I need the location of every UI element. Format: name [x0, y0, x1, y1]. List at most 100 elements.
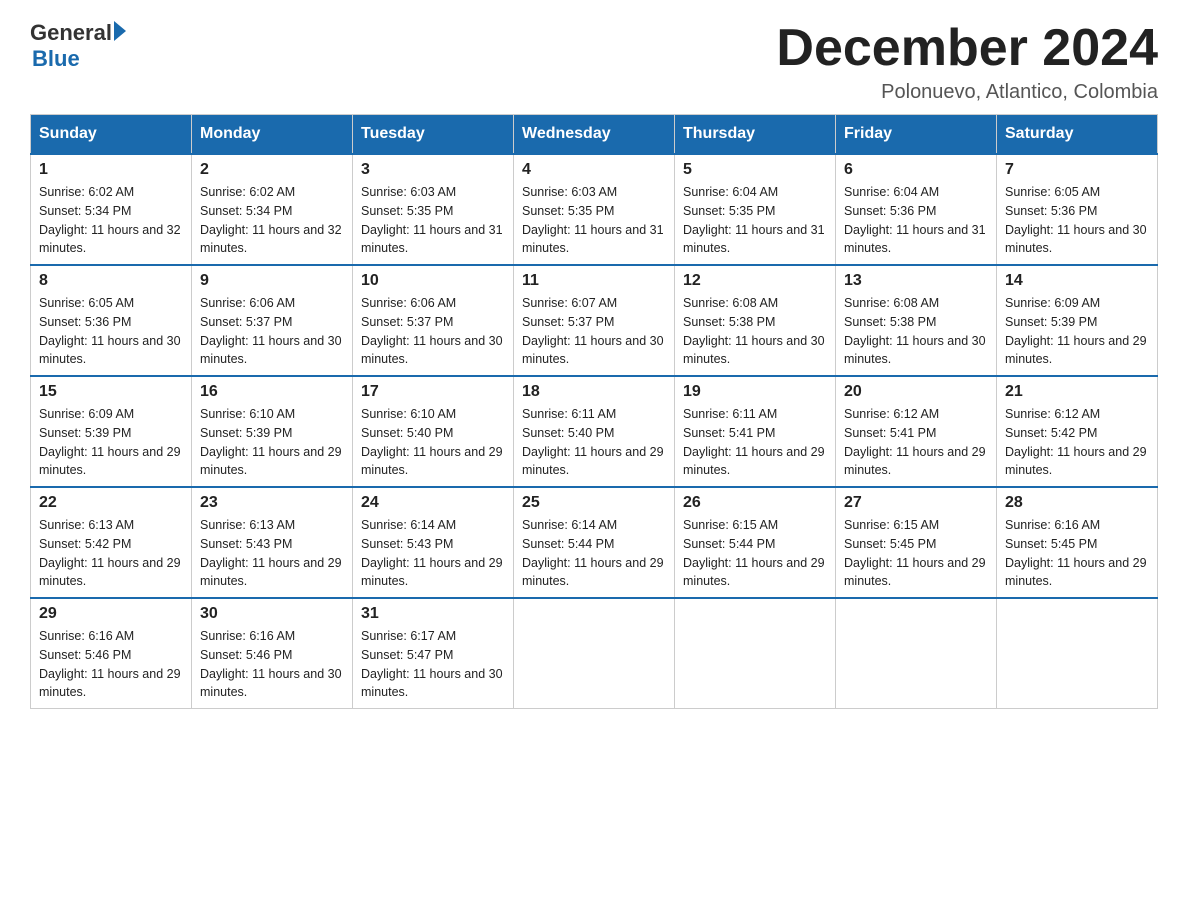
day-info: Sunrise: 6:09 AMSunset: 5:39 PMDaylight:…: [1005, 294, 1149, 369]
day-info: Sunrise: 6:14 AMSunset: 5:44 PMDaylight:…: [522, 516, 666, 591]
day-number: 9: [200, 272, 344, 290]
calendar-week-row: 1 Sunrise: 6:02 AMSunset: 5:34 PMDaylight…: [31, 154, 1158, 265]
day-info: Sunrise: 6:06 AMSunset: 5:37 PMDaylight:…: [361, 294, 505, 369]
calendar-cell: 11Sunrise: 6:07 AMSunset: 5:37 PMDayligh…: [514, 265, 675, 376]
calendar-cell: 31 Sunrise: 6:17 AMSunset: 5:47 PMDayligh…: [353, 598, 514, 709]
calendar-cell: [836, 598, 997, 709]
day-number: 28: [1005, 494, 1149, 512]
day-number: 7: [1005, 161, 1149, 179]
day-number: 22: [39, 494, 183, 512]
calendar-cell: 27 Sunrise: 6:15 AMSunset: 5:45 PMDayligh…: [836, 487, 997, 598]
day-info: Sunrise: 6:15 AMSunset: 5:45 PMDaylight:…: [844, 516, 988, 591]
calendar-cell: 2Sunrise: 6:02 AMSunset: 5:34 PMDaylight…: [192, 154, 353, 265]
day-number: 24: [361, 494, 505, 512]
calendar-cell: [514, 598, 675, 709]
day-info: Sunrise: 6:17 AMSunset: 5:47 PMDaylight:…: [361, 627, 505, 702]
day-info: Sunrise: 6:02 AMSunset: 5:34 PMDaylight:…: [39, 183, 183, 258]
day-number: 23: [200, 494, 344, 512]
calendar-cell: 10 Sunrise: 6:06 AMSunset: 5:37 PMDayligh…: [353, 265, 514, 376]
day-number: 12: [683, 272, 827, 290]
calendar-cell: 22Sunrise: 6:13 AMSunset: 5:42 PMDayligh…: [31, 487, 192, 598]
day-number: 29: [39, 605, 183, 623]
calendar-week-row: 15 Sunrise: 6:09 AMSunset: 5:39 PMDayligh…: [31, 376, 1158, 487]
day-number: 8: [39, 272, 183, 290]
logo: General Blue: [30, 20, 126, 72]
column-header-saturday: Saturday: [997, 115, 1158, 155]
calendar-cell: 12 Sunrise: 6:08 AMSunset: 5:38 PMDayligh…: [675, 265, 836, 376]
day-info: Sunrise: 6:15 AMSunset: 5:44 PMDaylight:…: [683, 516, 827, 591]
calendar-title: December 2024: [776, 20, 1158, 77]
day-info: Sunrise: 6:10 AMSunset: 5:39 PMDaylight:…: [200, 405, 344, 480]
day-number: 4: [522, 161, 666, 179]
column-header-wednesday: Wednesday: [514, 115, 675, 155]
day-info: Sunrise: 6:16 AMSunset: 5:46 PMDaylight:…: [200, 627, 344, 702]
calendar-week-row: 8 Sunrise: 6:05 AMSunset: 5:36 PMDaylight…: [31, 265, 1158, 376]
calendar-cell: 7 Sunrise: 6:05 AMSunset: 5:36 PMDaylight…: [997, 154, 1158, 265]
calendar-subtitle: Polonuevo, Atlantico, Colombia: [776, 81, 1158, 104]
calendar-cell: 1 Sunrise: 6:02 AMSunset: 5:34 PMDaylight…: [31, 154, 192, 265]
day-info: Sunrise: 6:10 AMSunset: 5:40 PMDaylight:…: [361, 405, 505, 480]
calendar-cell: [997, 598, 1158, 709]
day-info: Sunrise: 6:03 AMSunset: 5:35 PMDaylight:…: [522, 183, 666, 258]
day-info: Sunrise: 6:04 AMSunset: 5:36 PMDaylight:…: [844, 183, 988, 258]
day-info: Sunrise: 6:05 AMSunset: 5:36 PMDaylight:…: [1005, 183, 1149, 258]
calendar-cell: 25 Sunrise: 6:14 AMSunset: 5:44 PMDayligh…: [514, 487, 675, 598]
calendar-cell: 15 Sunrise: 6:09 AMSunset: 5:39 PMDayligh…: [31, 376, 192, 487]
calendar-cell: 16Sunrise: 6:10 AMSunset: 5:39 PMDayligh…: [192, 376, 353, 487]
day-info: Sunrise: 6:12 AMSunset: 5:41 PMDaylight:…: [844, 405, 988, 480]
day-info: Sunrise: 6:06 AMSunset: 5:37 PMDaylight:…: [200, 294, 344, 369]
day-number: 3: [361, 161, 505, 179]
calendar-week-row: 29 Sunrise: 6:16 AMSunset: 5:46 PMDayligh…: [31, 598, 1158, 709]
calendar-cell: 29 Sunrise: 6:16 AMSunset: 5:46 PMDayligh…: [31, 598, 192, 709]
day-number: 20: [844, 383, 988, 401]
day-number: 6: [844, 161, 988, 179]
day-number: 21: [1005, 383, 1149, 401]
calendar-week-row: 22Sunrise: 6:13 AMSunset: 5:42 PMDayligh…: [31, 487, 1158, 598]
day-info: Sunrise: 6:08 AMSunset: 5:38 PMDaylight:…: [844, 294, 988, 369]
calendar-cell: 23Sunrise: 6:13 AMSunset: 5:43 PMDayligh…: [192, 487, 353, 598]
calendar-body: 1 Sunrise: 6:02 AMSunset: 5:34 PMDaylight…: [31, 154, 1158, 709]
calendar-cell: 14 Sunrise: 6:09 AMSunset: 5:39 PMDayligh…: [997, 265, 1158, 376]
day-info: Sunrise: 6:08 AMSunset: 5:38 PMDaylight:…: [683, 294, 827, 369]
column-header-sunday: Sunday: [31, 115, 192, 155]
day-number: 1: [39, 161, 183, 179]
day-info: Sunrise: 6:03 AMSunset: 5:35 PMDaylight:…: [361, 183, 505, 258]
logo-arrow-icon: [114, 21, 126, 41]
day-info: Sunrise: 6:12 AMSunset: 5:42 PMDaylight:…: [1005, 405, 1149, 480]
day-info: Sunrise: 6:16 AMSunset: 5:46 PMDaylight:…: [39, 627, 183, 702]
day-info: Sunrise: 6:04 AMSunset: 5:35 PMDaylight:…: [683, 183, 827, 258]
day-number: 17: [361, 383, 505, 401]
day-number: 30: [200, 605, 344, 623]
day-number: 13: [844, 272, 988, 290]
logo-general-text: General: [30, 20, 112, 46]
page-header: General Blue December 2024 Polonuevo, At…: [30, 20, 1158, 104]
day-number: 15: [39, 383, 183, 401]
day-number: 25: [522, 494, 666, 512]
title-block: December 2024 Polonuevo, Atlantico, Colo…: [776, 20, 1158, 104]
calendar-cell: 8 Sunrise: 6:05 AMSunset: 5:36 PMDaylight…: [31, 265, 192, 376]
column-header-friday: Friday: [836, 115, 997, 155]
day-number: 19: [683, 383, 827, 401]
column-header-monday: Monday: [192, 115, 353, 155]
calendar-cell: 3 Sunrise: 6:03 AMSunset: 5:35 PMDaylight…: [353, 154, 514, 265]
day-number: 31: [361, 605, 505, 623]
column-header-thursday: Thursday: [675, 115, 836, 155]
day-info: Sunrise: 6:16 AMSunset: 5:45 PMDaylight:…: [1005, 516, 1149, 591]
day-number: 18: [522, 383, 666, 401]
day-info: Sunrise: 6:07 AMSunset: 5:37 PMDaylight:…: [522, 294, 666, 369]
calendar-cell: 18Sunrise: 6:11 AMSunset: 5:40 PMDayligh…: [514, 376, 675, 487]
calendar-cell: 4 Sunrise: 6:03 AMSunset: 5:35 PMDaylight…: [514, 154, 675, 265]
calendar-cell: 30 Sunrise: 6:16 AMSunset: 5:46 PMDayligh…: [192, 598, 353, 709]
day-number: 26: [683, 494, 827, 512]
day-number: 10: [361, 272, 505, 290]
day-info: Sunrise: 6:09 AMSunset: 5:39 PMDaylight:…: [39, 405, 183, 480]
calendar-cell: 5Sunrise: 6:04 AMSunset: 5:35 PMDaylight…: [675, 154, 836, 265]
day-number: 27: [844, 494, 988, 512]
day-info: Sunrise: 6:02 AMSunset: 5:34 PMDaylight:…: [200, 183, 344, 258]
day-info: Sunrise: 6:11 AMSunset: 5:41 PMDaylight:…: [683, 405, 827, 480]
calendar-table: SundayMondayTuesdayWednesdayThursdayFrid…: [30, 114, 1158, 709]
calendar-cell: 21 Sunrise: 6:12 AMSunset: 5:42 PMDayligh…: [997, 376, 1158, 487]
day-info: Sunrise: 6:05 AMSunset: 5:36 PMDaylight:…: [39, 294, 183, 369]
day-info: Sunrise: 6:14 AMSunset: 5:43 PMDaylight:…: [361, 516, 505, 591]
day-number: 14: [1005, 272, 1149, 290]
